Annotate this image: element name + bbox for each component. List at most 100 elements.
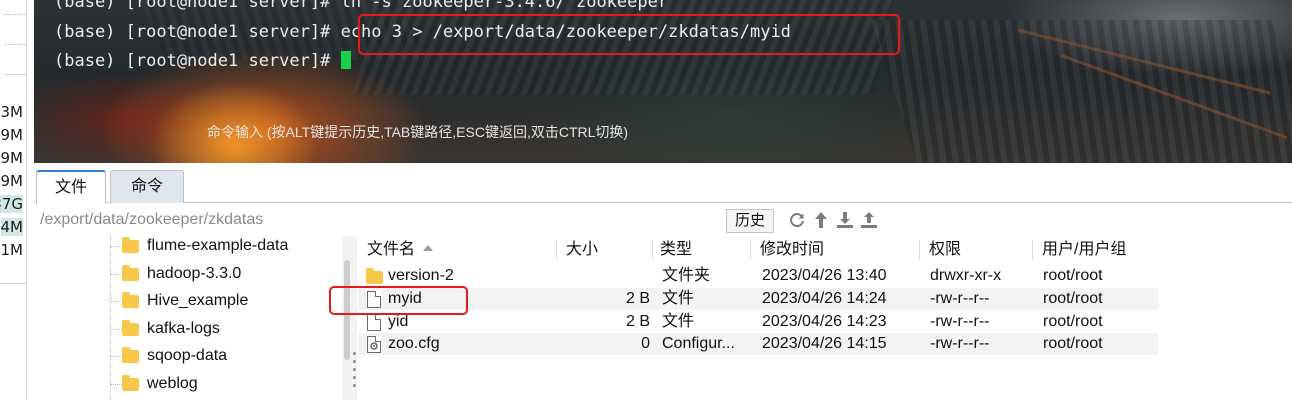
file-modified: 2023/04/26 13:40 (762, 267, 887, 284)
divider (0, 283, 26, 284)
size-value: 3M (0, 103, 24, 121)
file-modified: 2023/04/26 14:23 (762, 313, 887, 330)
terminal-line: (base) [root@node1 server]# (54, 51, 351, 71)
tree-item[interactable]: weblog (110, 371, 198, 397)
splitter-grip (353, 376, 356, 379)
column-divider[interactable] (919, 240, 920, 260)
column-divider[interactable] (652, 240, 653, 260)
tab-bar: 文件 命令 (34, 166, 1292, 204)
download-icon[interactable] (834, 209, 856, 231)
tree-item[interactable]: sqoop-data (110, 343, 227, 369)
column-divider[interactable] (1032, 240, 1033, 260)
column-divider[interactable] (556, 240, 557, 260)
tab-files[interactable]: 文件 (36, 170, 106, 204)
size-value: 1M (0, 241, 24, 259)
table-row[interactable]: zoo.cfg 0 Configur... 2023/04/26 14:15 -… (358, 333, 1158, 355)
up-arrow-icon[interactable] (810, 209, 832, 231)
highlight-box (358, 14, 900, 55)
file-owner: root/root (1043, 335, 1103, 352)
size-value: 9M (0, 172, 24, 190)
file-type: 文件夹 (662, 267, 711, 284)
directory-tree: flume-example-data hadoop-3.3.0 Hive_exa… (34, 236, 352, 400)
column-header-name[interactable]: 文件名 (367, 236, 434, 264)
path-bar: /export/data/zookeeper/zkdatas 历史 (34, 204, 1292, 236)
folder-icon (122, 291, 139, 308)
file-permissions: -rw-r--r-- (930, 335, 990, 352)
column-header-owner[interactable]: 用户/用户组 (1042, 236, 1126, 264)
folder-icon (122, 236, 139, 253)
file-name: zoo.cfg (388, 335, 440, 352)
command-input-hint[interactable]: 命令输入 (按ALT键提示历史,TAB键路径,ESC键返回,双击CTRL切换) (207, 122, 628, 142)
divider (4, 74, 26, 75)
file-size: 0 (641, 335, 650, 352)
refresh-icon[interactable] (786, 209, 808, 231)
tree-item-label: sqoop-data (147, 347, 228, 364)
file-type: Configur... (662, 335, 735, 352)
file-owner: root/root (1043, 267, 1103, 284)
table-row[interactable]: myid 2 B 文件 2023/04/26 14:24 -rw-r--r-- … (358, 288, 1158, 310)
file-type: 文件 (662, 290, 695, 307)
column-divider[interactable] (750, 240, 751, 260)
terminal-panel[interactable]: (base) [root@node1 server]# ln -s zookee… (34, 0, 1292, 163)
file-modified: 2023/04/26 14:15 (762, 335, 887, 352)
splitter-grip (353, 368, 356, 371)
upload-icon[interactable] (858, 209, 880, 231)
table-row[interactable]: yid 2 B 文件 2023/04/26 14:23 -rw-r--r-- r… (358, 311, 1158, 333)
tree-item-label: flume-example-data (147, 237, 289, 254)
splitter-grip (353, 384, 356, 387)
terminal-prompt: (base) [root@node1 server]# (54, 22, 341, 42)
tree-item[interactable]: Hive_example (110, 288, 248, 314)
size-value: 4M (0, 218, 23, 236)
size-value: 37G (0, 195, 23, 213)
file-permissions: -rw-r--r-- (930, 290, 990, 307)
tree-item-label: kafka-logs (147, 320, 220, 337)
file-size: 2 B (625, 313, 650, 330)
tree-item-label: hadoop-3.3.0 (147, 265, 242, 282)
splitter-grip (353, 352, 356, 355)
tree-item-label: weblog (147, 375, 198, 392)
tree-item-label: Hive_example (147, 292, 249, 309)
terminal-prompt: (base) [root@node1 server]# (54, 0, 341, 12)
terminal-cursor (340, 51, 351, 69)
file-permissions: -rw-r--r-- (930, 313, 990, 330)
terminal-command: ln -s zookeeper-3.4.6/ zookeeper (340, 0, 669, 12)
terminal-line: (base) [root@node1 server]# ln -s zookee… (54, 0, 668, 12)
size-value: 9M (0, 149, 24, 167)
divider (4, 14, 26, 15)
config-file-icon (367, 336, 381, 353)
size-value: 9M (0, 126, 24, 144)
tree-item[interactable]: flume-example-data (110, 236, 288, 259)
folder-icon (122, 346, 139, 363)
tab-commands[interactable]: 命令 (110, 170, 184, 203)
folder-icon (366, 268, 383, 284)
divider (4, 44, 26, 45)
folder-icon (122, 319, 139, 336)
file-size (558, 265, 650, 287)
path-input[interactable]: /export/data/zookeeper/zkdatas (40, 211, 263, 229)
folder-icon (122, 264, 139, 281)
background-roof (870, 20, 1292, 163)
tree-item[interactable]: kafka-logs (110, 316, 220, 342)
column-header-modified[interactable]: 修改时间 (760, 236, 824, 264)
terminal-prompt: (base) [root@node1 server]# (54, 51, 341, 71)
sort-ascending-icon (423, 245, 434, 251)
column-header-permissions[interactable]: 权限 (929, 236, 961, 264)
file-type: 文件 (662, 313, 695, 330)
file-modified: 2023/04/26 14:24 (762, 290, 887, 307)
table-row[interactable]: version-2 文件夹 2023/04/26 13:40 drwxr-xr-… (358, 265, 1158, 287)
column-header-label: 文件名 (367, 241, 416, 258)
file-icon (367, 314, 381, 331)
file-permissions: drwxr-xr-x (930, 267, 1002, 284)
file-size: 2 B (625, 290, 650, 307)
highlight-box (329, 286, 468, 315)
file-list: 文件名 大小 类型 修改时间 权限 用户/用户组 version-2 文件夹 2… (358, 236, 1292, 400)
tree-scrollbar[interactable] (342, 236, 352, 400)
file-name: version-2 (388, 267, 454, 284)
panel-splitter[interactable] (352, 236, 357, 400)
column-header-type[interactable]: 类型 (660, 236, 692, 264)
left-side-panel: 3M 9M 9M 9M 37G 4M 1M (0, 0, 27, 400)
tree-item[interactable]: hadoop-3.3.0 (110, 261, 241, 287)
column-header-size[interactable]: 大小 (566, 236, 598, 264)
history-button[interactable]: 历史 (726, 209, 774, 233)
file-owner: root/root (1043, 290, 1103, 307)
